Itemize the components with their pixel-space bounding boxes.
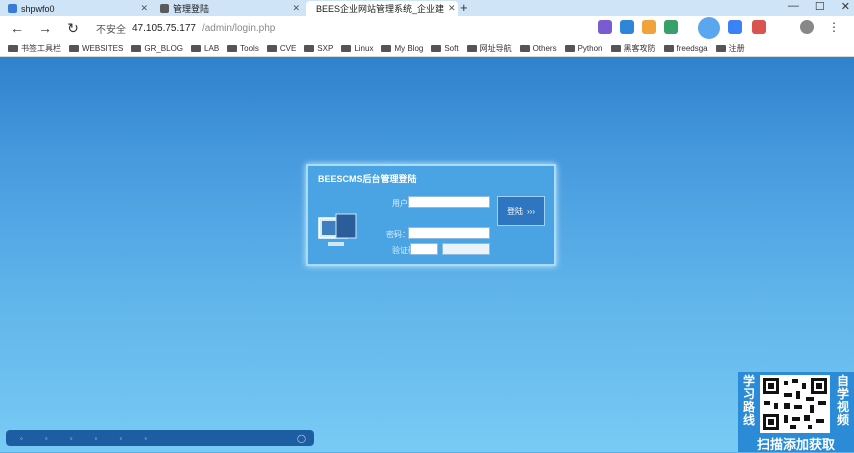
tab-label: 管理登陆	[173, 4, 210, 14]
play-icon[interactable]	[698, 17, 720, 39]
taskbar-item-icon[interactable]: ◦	[119, 434, 122, 443]
minimize-icon[interactable]: —	[788, 0, 799, 13]
folder-icon	[466, 44, 477, 52]
folder-icon	[266, 44, 277, 52]
extension-icon[interactable]	[598, 20, 612, 34]
close-icon[interactable]: ✕	[140, 3, 148, 14]
bookmark-folder[interactable]: SXP	[304, 44, 333, 53]
tab-label: BEES企业网站管理系统_企业建	[316, 4, 445, 14]
bookmark-folder[interactable]: 书签工具栏	[8, 43, 61, 54]
computer-icon	[318, 213, 357, 246]
username-input[interactable]	[408, 196, 490, 208]
bookmark-folder[interactable]: Tools	[227, 44, 259, 53]
bookmark-folder[interactable]: Python	[564, 44, 603, 53]
login-arrow-icon: ›››	[527, 206, 535, 216]
extension-icon[interactable]	[728, 20, 742, 34]
folder-icon	[341, 44, 352, 52]
bookmarks-bar: 书签工具栏 WEBSITES GR_BLOG LAB Tools CVE SXP…	[0, 40, 854, 57]
bookmark-folder[interactable]: 黑客攻防	[610, 43, 656, 54]
folder-icon	[69, 44, 79, 52]
bookmark-folder[interactable]: Linux	[341, 44, 373, 53]
promo-left-text: 学习路线	[742, 374, 755, 427]
url-path: /admin/login.php	[201, 22, 276, 34]
taskbar-item-icon[interactable]: ◦	[95, 434, 98, 443]
taskbar-item-icon[interactable]: ◯	[297, 434, 306, 443]
folder-icon	[131, 44, 142, 52]
profile-icon[interactable]	[800, 20, 814, 34]
folder-icon	[381, 44, 392, 52]
reload-icon[interactable]: ↻	[62, 20, 84, 37]
close-icon[interactable]: ✕	[448, 3, 456, 14]
folder-icon	[227, 44, 238, 52]
folder-icon	[663, 44, 674, 52]
bookmark-folder[interactable]: GR_BLOG	[131, 44, 183, 53]
folder-icon	[8, 44, 18, 52]
bookmark-folder[interactable]: WEBSITES	[69, 44, 123, 53]
folder-icon	[431, 44, 442, 52]
bookmark-folder[interactable]: My Blog	[381, 44, 423, 53]
browser-toolbar: ← → ↻ 不安全 47.105.75.177 /admin/login.php…	[0, 16, 854, 40]
forward-icon[interactable]: →	[34, 20, 56, 36]
new-tab-icon[interactable]: +	[460, 0, 468, 15]
bookmark-folder[interactable]: LAB	[191, 44, 219, 53]
promo-right-text: 自学视频	[836, 374, 849, 427]
address-bar[interactable]: 不安全 47.105.75.177 /admin/login.php	[96, 19, 546, 37]
promo-overlay: 学习路线 自学视频 扫描添加获取	[738, 372, 854, 452]
extension-icon[interactable]	[642, 20, 656, 34]
folder-icon	[304, 44, 315, 52]
extension-icon[interactable]	[620, 20, 634, 34]
taskbar-item-icon[interactable]: ◦	[70, 434, 73, 443]
folder-icon	[191, 44, 202, 52]
url-host: 47.105.75.177	[132, 22, 196, 34]
menu-icon[interactable]: ⋮	[828, 20, 842, 34]
close-icon[interactable]: ✕	[292, 3, 300, 14]
qr-code	[760, 375, 830, 433]
tab-3-active[interactable]: BEES企业网站管理系统_企业建 ✕	[306, 1, 458, 16]
login-title: BEESCMS后台管理登陆	[318, 174, 417, 184]
tab-bar: shpwfo0 ✕ 管理登陆 ✕ BEES企业网站管理系统_企业建 ✕ + — …	[0, 0, 854, 16]
bookmark-folder[interactable]: CVE	[266, 44, 296, 53]
login-button-label: 登陆	[507, 206, 523, 216]
bookmark-folder[interactable]: 注册	[715, 43, 745, 54]
password-label: 密码：	[386, 230, 410, 239]
extension-icon[interactable]	[664, 20, 678, 34]
maximize-icon[interactable]: ☐	[815, 0, 825, 13]
bookmark-folder[interactable]: 网址导航	[466, 43, 512, 54]
folder-icon	[715, 44, 726, 52]
folder-icon	[564, 44, 575, 52]
taskbar-item-icon[interactable]: ◦	[20, 434, 23, 443]
folder-icon	[519, 44, 530, 52]
bookmark-folder[interactable]: Others	[519, 44, 557, 53]
tab-label: shpwfo0	[21, 3, 55, 14]
tab-2[interactable]: 管理登陆 ✕	[154, 1, 306, 16]
login-button[interactable]: 登陆 ›››	[497, 196, 545, 226]
floating-taskbar: ◦ ◦ ◦ ◦ ◦ ◦ ◯	[6, 430, 314, 446]
bookmark-folder[interactable]: freedsga	[663, 44, 708, 53]
qr-code-icon	[763, 378, 827, 430]
favicon-icon	[8, 4, 17, 13]
captcha-image[interactable]	[442, 243, 490, 255]
captcha-input[interactable]	[410, 243, 438, 255]
password-input[interactable]	[408, 227, 490, 239]
extension-icon[interactable]	[752, 20, 766, 34]
favicon-icon	[160, 4, 169, 13]
close-window-icon[interactable]: ✕	[841, 0, 850, 13]
bookmark-folder[interactable]: Soft	[431, 44, 459, 53]
security-indicator[interactable]: 不安全	[96, 21, 126, 36]
taskbar-item-icon[interactable]: ◦	[45, 434, 48, 443]
back-icon[interactable]: ←	[6, 20, 28, 36]
tab-1[interactable]: shpwfo0 ✕	[2, 1, 154, 16]
taskbar-item-icon[interactable]: ◦	[144, 434, 147, 443]
promo-bottom-text: 扫描添加获取	[756, 437, 835, 452]
folder-icon	[610, 44, 621, 52]
window-controls: — ☐ ✕	[788, 0, 850, 13]
